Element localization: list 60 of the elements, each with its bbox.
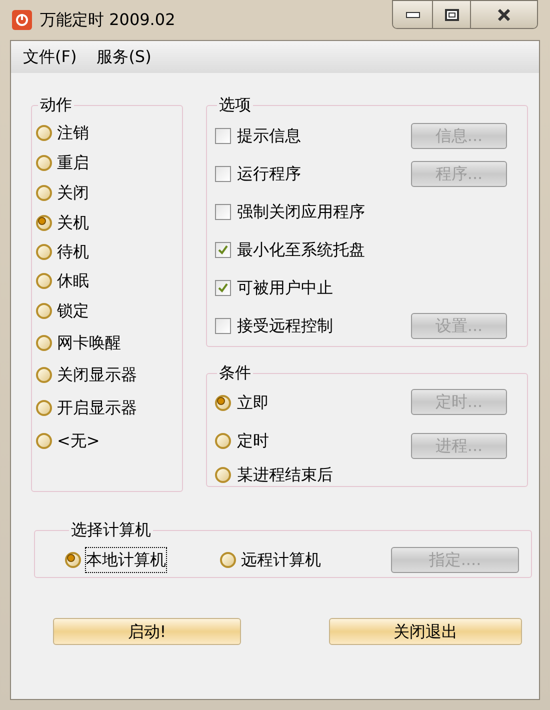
radio-button[interactable] <box>36 303 52 319</box>
close-icon <box>497 8 511 20</box>
radio-button[interactable] <box>36 185 52 201</box>
option-label: 网卡唤醒 <box>57 332 121 354</box>
option-label: 可被用户中止 <box>237 277 333 299</box>
option-label: 远程计算机 <box>241 549 321 571</box>
group-title: 条件 <box>218 362 252 384</box>
menu-item[interactable]: 文件(F) <box>15 45 85 69</box>
option-label: 运行程序 <box>237 163 301 185</box>
app-icon <box>12 10 32 30</box>
maximize-button[interactable] <box>433 1 471 28</box>
option-label: 强制关闭应用程序 <box>237 201 365 223</box>
action-button[interactable]: 关闭退出 <box>329 618 522 645</box>
checkbox[interactable] <box>215 204 231 220</box>
radio-button[interactable] <box>215 467 231 483</box>
option-label: 立即 <box>237 392 269 414</box>
option-label: <无> <box>57 430 100 452</box>
checkbox[interactable] <box>215 166 231 182</box>
option-label: 休眠 <box>57 270 89 292</box>
radio-button[interactable] <box>36 214 52 230</box>
radio-button[interactable] <box>36 400 52 416</box>
option-label: 注销 <box>57 122 89 144</box>
radio-button[interactable] <box>220 552 236 568</box>
radio-button[interactable] <box>36 244 52 260</box>
option-label: 定时 <box>237 430 269 452</box>
option-label: 锁定 <box>57 300 89 322</box>
option-label: 接受远程控制 <box>237 315 333 337</box>
checkbox[interactable] <box>215 242 231 258</box>
group-title: 选项 <box>218 94 252 116</box>
radio-button[interactable] <box>215 433 231 449</box>
checkbox[interactable] <box>215 318 231 334</box>
option-label: 重启 <box>57 152 89 174</box>
radio-button[interactable] <box>215 395 231 411</box>
close-button[interactable] <box>471 1 537 28</box>
minimize-icon <box>406 12 420 18</box>
window-title: 万能定时 2009.02 <box>40 9 176 31</box>
minimize-button[interactable] <box>393 1 433 28</box>
maximize-icon <box>444 8 458 20</box>
radio-button[interactable] <box>36 433 52 449</box>
radio-button[interactable] <box>36 155 52 171</box>
option-label: 关机 <box>57 212 89 234</box>
option-label: 待机 <box>57 240 89 262</box>
radio-button[interactable] <box>36 367 52 383</box>
radio-button[interactable] <box>65 552 81 568</box>
option-label: 提示信息 <box>237 125 301 147</box>
option-label: 某进程结束后 <box>237 464 333 486</box>
radio-button[interactable] <box>36 124 52 140</box>
group-title: 选择计算机 <box>70 519 152 541</box>
radio-button[interactable] <box>36 334 52 350</box>
option-label: 本地计算机 <box>86 548 166 572</box>
checkbox[interactable] <box>215 128 231 144</box>
group-title: 动作 <box>39 94 73 116</box>
action-button[interactable]: 启动! <box>53 618 241 645</box>
option-label: 开启显示器 <box>57 396 137 418</box>
radio-button[interactable] <box>36 273 52 289</box>
checkbox[interactable] <box>215 280 231 296</box>
option-label: 关闭显示器 <box>57 364 137 386</box>
option-label: 关闭 <box>57 182 89 204</box>
option-label: 最小化至系统托盘 <box>237 239 365 261</box>
menu-item[interactable]: 服务(S) <box>88 45 160 69</box>
